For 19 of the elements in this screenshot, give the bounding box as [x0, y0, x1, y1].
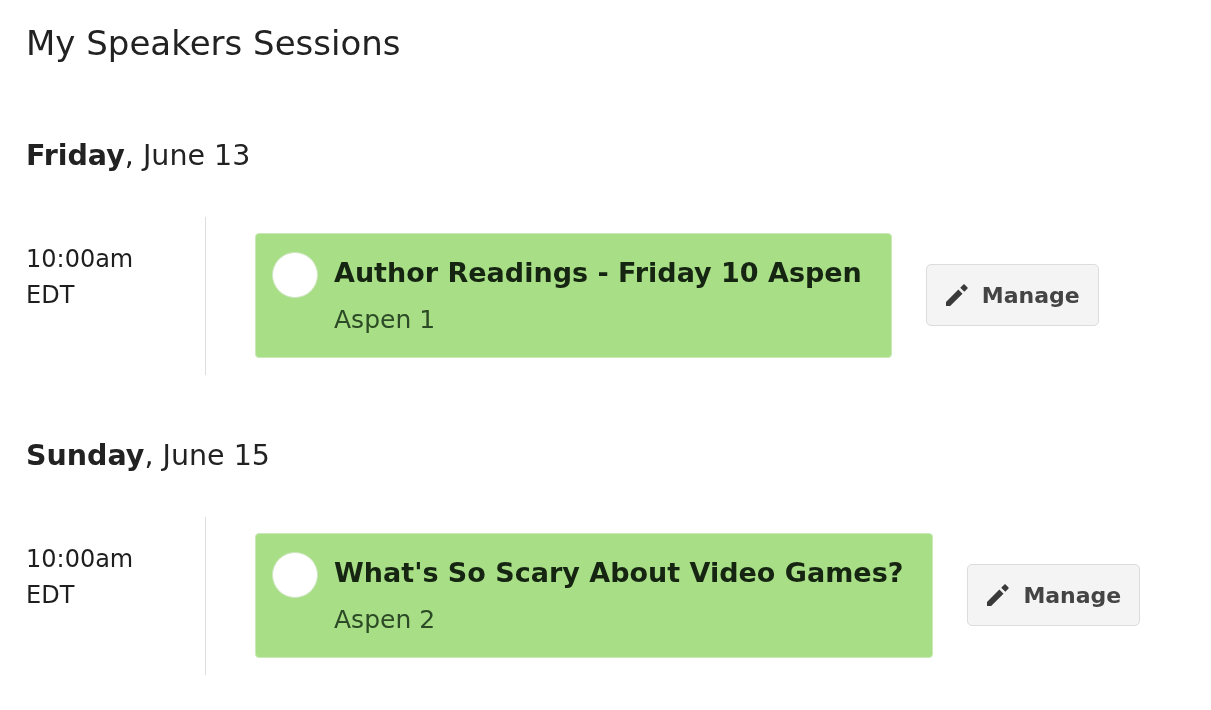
session-title: What's So Scary About Video Games? — [334, 555, 904, 590]
manage-button[interactable]: Manage — [967, 564, 1141, 626]
session-time: 10:00am — [26, 244, 134, 275]
session-room: Aspen 2 — [334, 603, 437, 636]
time-zone: EDT — [26, 580, 75, 611]
circle-icon — [272, 251, 318, 298]
day-heading: Friday, June 13 — [26, 138, 251, 174]
circle-icon — [272, 551, 318, 598]
session-room: Aspen 1 — [334, 303, 437, 336]
pencil-icon — [945, 284, 968, 306]
pencil-icon — [987, 584, 1010, 606]
session-time: 10:00am — [26, 544, 134, 575]
session-card[interactable]: Author Readings - Friday 10 Aspen Aspen 1 — [255, 232, 892, 358]
page-title: My Speakers Sessions — [26, 23, 401, 63]
session-card[interactable]: What's So Scary About Video Games? Aspen 2 — [255, 532, 934, 658]
time-zone: EDT — [26, 280, 75, 311]
day-heading: Sunday, June 15 — [26, 438, 270, 474]
manage-button[interactable]: Manage — [925, 264, 1099, 326]
session-title: Author Readings - Friday 10 Aspen — [334, 255, 862, 290]
